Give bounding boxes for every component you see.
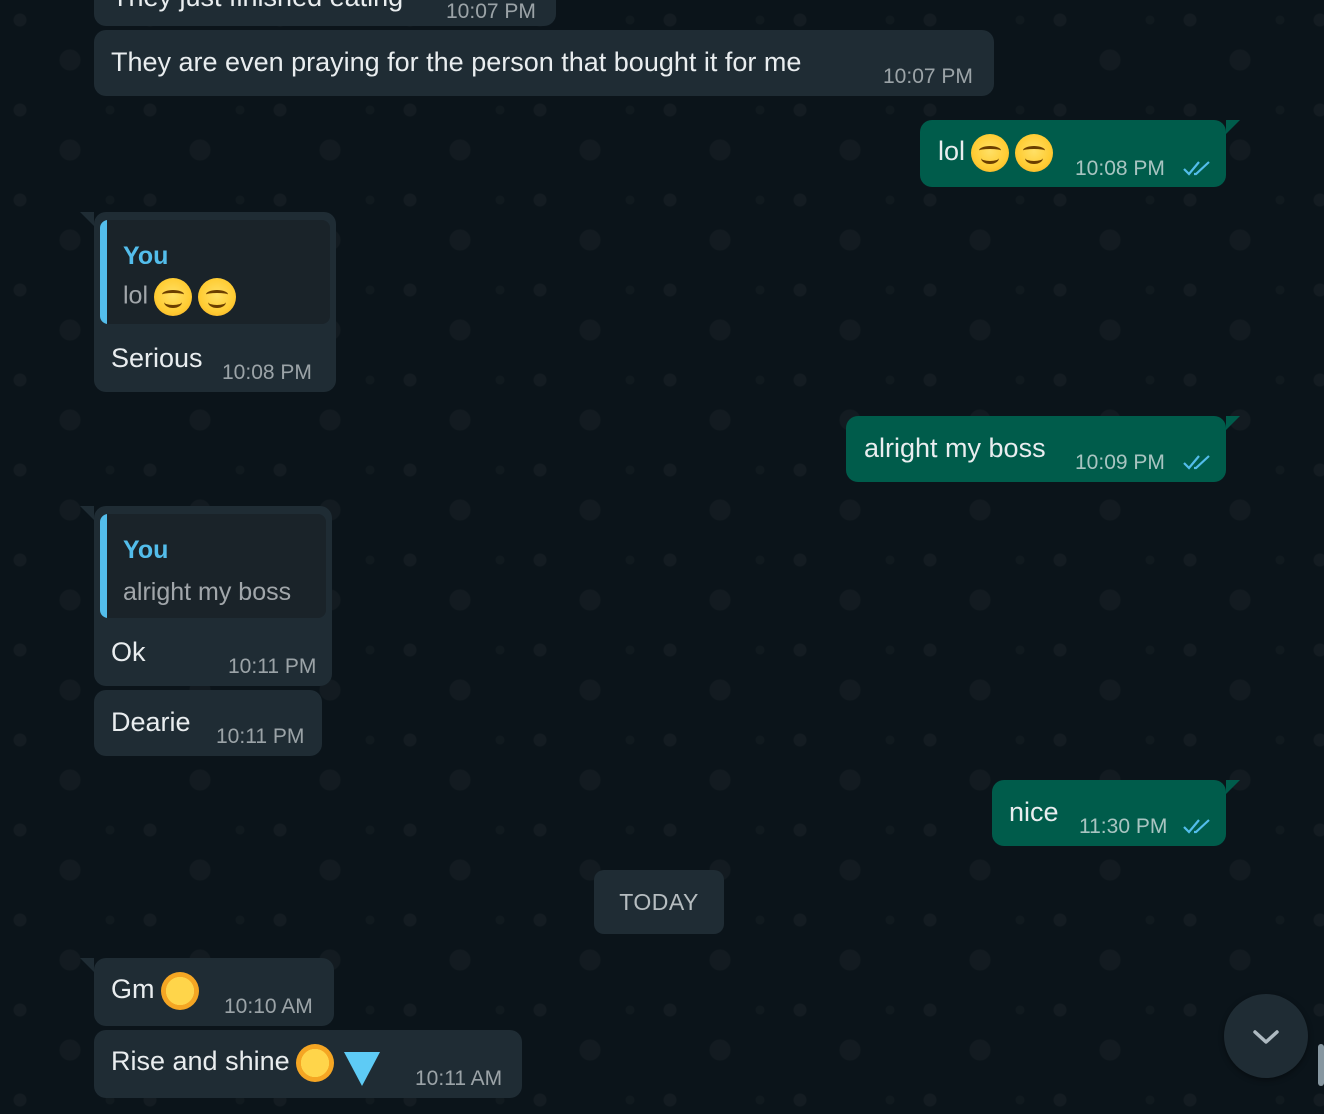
scrollbar-thumb[interactable]: [1318, 1044, 1324, 1086]
smiling-face-icon: [1015, 134, 1054, 172]
quote-author: You: [123, 242, 169, 270]
bubble-tail: [1226, 780, 1240, 794]
bubble-tail: [80, 958, 94, 972]
message-text: nice: [1009, 797, 1059, 827]
bubble-tail: [1226, 120, 1240, 134]
message-text: They are even praying for the person tha…: [111, 47, 802, 77]
message-time: 10:07 PM: [446, 0, 536, 23]
message-time: 10:11 PM: [216, 725, 305, 748]
message-text: Gm: [111, 972, 199, 1010]
chevron-down-icon: [1253, 1030, 1279, 1044]
scroll-to-bottom-button[interactable]: [1224, 994, 1308, 1078]
message-time: 10:07 PM: [883, 65, 973, 88]
message-incoming-reply[interactable]: You lol Serious 10:08 PM: [80, 212, 336, 392]
message-incoming[interactable]: Rise and shine 10:11 AM: [94, 1030, 522, 1098]
smiling-face-icon: [971, 134, 1010, 172]
sun-face-icon: [160, 972, 199, 1010]
double-check-icon: [1183, 455, 1210, 470]
message-time: 10:11 AM: [415, 1067, 503, 1090]
message-incoming[interactable]: They are even praying for the person tha…: [94, 30, 994, 96]
message-incoming[interactable]: Gm 10:10 AM: [80, 958, 334, 1026]
quote-text: lol: [123, 278, 237, 316]
message-outgoing[interactable]: lol 10:08 PM: [920, 120, 1240, 187]
quote-author: You: [123, 536, 169, 564]
message-text: Ok: [111, 637, 146, 667]
message-time: 11:30 PM: [1079, 815, 1168, 838]
quoted-message[interactable]: You alright my boss: [100, 514, 326, 618]
bubble-tail: [80, 506, 94, 520]
smiling-face-icon: [198, 278, 237, 316]
smiling-face-icon: [154, 278, 193, 316]
message-text: Dearie: [111, 707, 191, 737]
message-text: Serious: [111, 343, 203, 373]
message-incoming[interactable]: Dearie 10:11 PM: [94, 690, 322, 756]
message-time: 10:11 PM: [228, 655, 317, 678]
message-incoming[interactable]: They just finished eating 10:07 PM: [94, 0, 556, 26]
quoted-message[interactable]: You lol: [100, 220, 330, 324]
message-text: lol: [938, 134, 1054, 172]
quote-text-content: lol: [123, 281, 149, 310]
message-time: 10:10 AM: [224, 995, 313, 1018]
date-divider: TODAY: [594, 870, 724, 934]
message-text: They just finished eating: [112, 0, 403, 13]
double-check-icon: [1183, 161, 1210, 176]
message-incoming-reply[interactable]: You alright my boss Ok 10:11 PM: [80, 506, 332, 686]
bubble-tail: [80, 212, 94, 226]
message-text-content: Rise and shine: [111, 1046, 290, 1077]
message-time: 10:09 PM: [1075, 451, 1165, 474]
message-time: 10:08 PM: [222, 361, 312, 384]
quote-accent-bar: [100, 220, 107, 324]
message-outgoing[interactable]: nice 11:30 PM: [992, 780, 1240, 846]
quote-text: alright my boss: [123, 578, 292, 606]
double-check-icon: [1183, 819, 1210, 834]
message-time: 10:08 PM: [1075, 157, 1165, 180]
message-text: Rise and shine: [111, 1044, 380, 1086]
quote-accent-bar: [100, 514, 107, 618]
sun-face-icon: [295, 1044, 334, 1082]
message-text-content: lol: [938, 136, 966, 167]
gem-icon: [343, 1052, 380, 1086]
message-text-content: Gm: [111, 974, 155, 1005]
bubble-tail: [1226, 416, 1240, 430]
message-outgoing[interactable]: alright my boss 10:09 PM: [846, 416, 1240, 482]
message-text: alright my boss: [864, 433, 1046, 463]
